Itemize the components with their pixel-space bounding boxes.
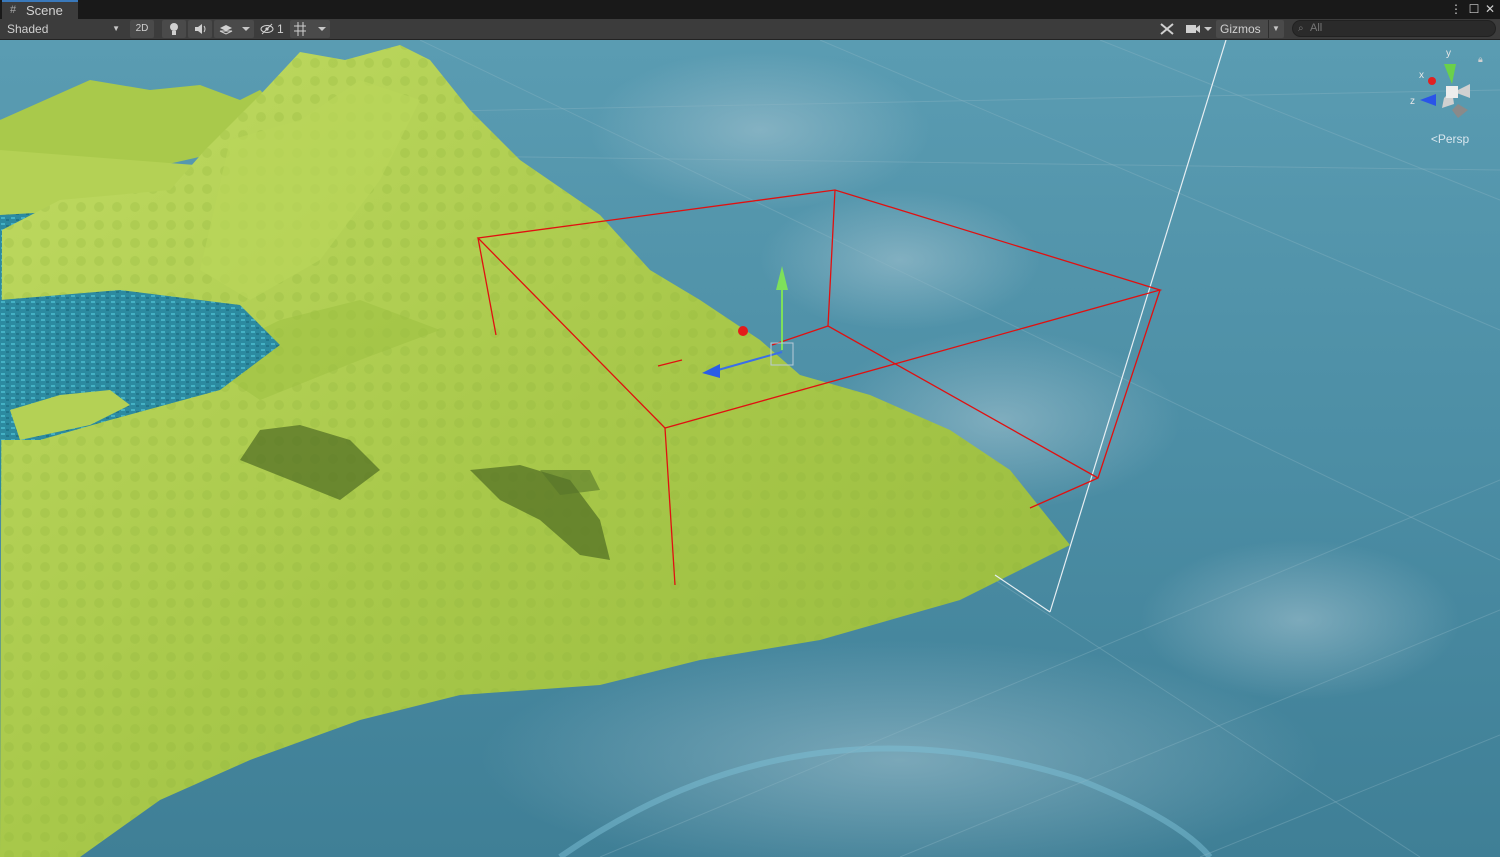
grid-snap-dropdown[interactable] [290, 20, 330, 38]
layers-icon [219, 25, 250, 35]
scene-visibility-toggle[interactable]: 1 [258, 20, 286, 38]
shading-mode-value: Shaded [7, 22, 49, 36]
lock-icon[interactable]: 🔒︎ [1478, 54, 1483, 65]
effects-dropdown[interactable] [214, 20, 254, 38]
gizmo-z-label: z [1410, 96, 1415, 107]
scene-render [0, 40, 1500, 857]
divider [1268, 20, 1269, 38]
gizmos-dropdown[interactable]: Gizmos ▼ [1216, 20, 1284, 38]
lightbulb-icon [170, 23, 178, 35]
tab-bar: # Scene ⋮ ☐ ✕ [0, 0, 1500, 19]
grid-snap-icon [294, 22, 326, 36]
gizmo-x-label: x [1419, 70, 1424, 81]
shading-mode-dropdown[interactable]: Shaded ▼ [2, 20, 124, 38]
projection-toggle[interactable]: <Persp [1420, 132, 1480, 146]
tools-button[interactable] [1156, 20, 1178, 38]
search-placeholder: All [1310, 22, 1323, 34]
gizmo-y-label: y [1446, 48, 1451, 59]
camera-icon [1186, 25, 1212, 33]
projection-label: Persp [1437, 132, 1470, 146]
maximize-icon[interactable]: ☐ [1467, 1, 1481, 17]
scene-viewport[interactable]: y x z 🔒︎ <Persp [0, 40, 1500, 857]
2d-toggle-button[interactable]: 2D [130, 20, 154, 38]
hidden-eye-icon [260, 23, 274, 35]
more-options-icon[interactable]: ⋮ [1449, 1, 1463, 17]
chevron-down-icon: ▼ [1272, 24, 1280, 33]
axis-gizmo-icon: y x z [1410, 48, 1470, 118]
tab-scene[interactable]: # Scene [2, 0, 78, 19]
hidden-count: 1 [277, 22, 284, 36]
audio-toggle-button[interactable] [188, 20, 212, 38]
speaker-icon [195, 24, 206, 34]
orientation-gizmo[interactable]: y x z [1406, 44, 1486, 164]
tab-scene-label: Scene [26, 3, 63, 18]
persp-icon: < [1430, 132, 1438, 146]
chevron-down-icon: ▼ [112, 24, 120, 33]
wrench-icon [1160, 23, 1174, 35]
grid-icon: # [10, 4, 17, 16]
scene-window: # Scene ⋮ ☐ ✕ Shaded ▼ 2D 1 Gizmos ▼ ⌕ A… [0, 0, 1500, 857]
lighting-toggle-button[interactable] [162, 20, 186, 38]
camera-settings-dropdown[interactable] [1182, 20, 1214, 38]
search-field[interactable]: ⌕ All [1292, 20, 1496, 37]
close-icon[interactable]: ✕ [1483, 1, 1497, 17]
gizmos-label: Gizmos [1220, 22, 1261, 36]
scene-toolbar: Shaded ▼ 2D 1 Gizmos ▼ ⌕ All [0, 19, 1500, 40]
search-icon: ⌕ [1298, 23, 1304, 34]
